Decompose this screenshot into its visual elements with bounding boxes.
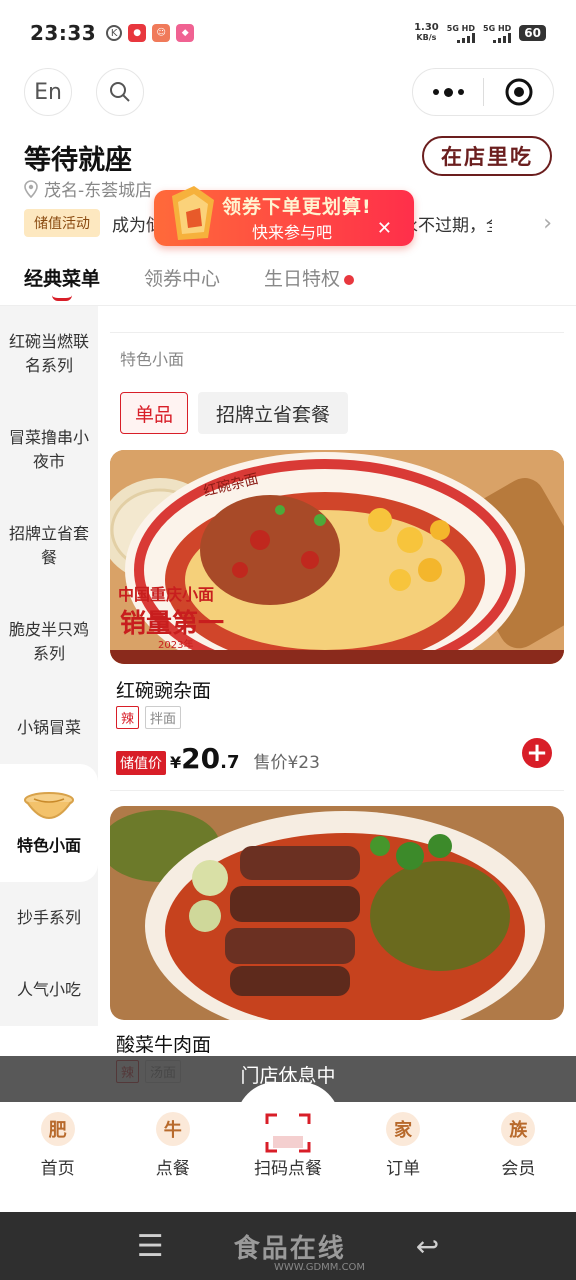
sidebar-item-small-pot[interactable]: 小锅冒菜 bbox=[0, 716, 98, 740]
signal-2: 5G HD bbox=[483, 23, 512, 43]
sidebar-item-noodles[interactable]: 特色小面 bbox=[0, 834, 98, 858]
app-notify-icon: ● bbox=[128, 24, 147, 42]
noodle-bowl-icon bbox=[24, 792, 74, 819]
sidebar-item-combo[interactable]: 招牌立省套餐 bbox=[0, 522, 98, 570]
dine-in-button[interactable]: 在店里吃 bbox=[422, 136, 552, 176]
coupon-gift-icon bbox=[172, 186, 214, 240]
sales-badge-year: 2023年 bbox=[158, 638, 193, 651]
coupon-title: 领券下单更划算! bbox=[222, 196, 372, 218]
nav-home[interactable]: 肥 首页 bbox=[0, 1102, 115, 1212]
tab-classic-menu[interactable]: 经典菜单 bbox=[24, 256, 100, 305]
scan-icon bbox=[265, 1113, 311, 1153]
menu-tabs: 经典菜单 领券中心 生日特权 bbox=[0, 256, 576, 306]
member-icon: 族 bbox=[501, 1112, 536, 1146]
app-pink-icon: ◆ bbox=[176, 24, 195, 42]
red-dot-badge bbox=[344, 274, 355, 285]
status-bar: 23:33 K ● ☺ ◆ 1.30 KB/s 5G HD 5G HD 60 bbox=[0, 0, 576, 66]
status-notification-icons: K ● ☺ ◆ bbox=[106, 24, 195, 42]
chevron-right-icon: › bbox=[543, 210, 552, 236]
nav-member[interactable]: 族 会员 bbox=[461, 1102, 576, 1212]
noodle-bowl-photo: 红碗杂面 中国重庆小面 销量第一 2023年 bbox=[110, 450, 564, 664]
net-speed-unit: KB/s bbox=[416, 33, 437, 42]
product-image[interactable] bbox=[110, 806, 564, 1020]
target-close-icon bbox=[505, 78, 532, 106]
tag-spicy: 辣 bbox=[116, 706, 140, 729]
nav-order-food[interactable]: 牛 点餐 bbox=[115, 1102, 230, 1212]
stored-value-price-label: 储值价 bbox=[116, 751, 166, 775]
sales-badge-line2: 销量第一 bbox=[120, 608, 224, 639]
search-button[interactable] bbox=[96, 68, 144, 116]
watermark-logo: 食品在线 bbox=[233, 1233, 346, 1264]
filter-chip-single[interactable]: 单品 bbox=[120, 392, 188, 434]
net-speed: 1.30 KB/s bbox=[414, 23, 439, 43]
filter-chip-combo[interactable]: 招牌立省套餐 bbox=[198, 392, 348, 434]
bottom-nav: 肥 首页 牛 点餐 扫码点餐 家 订单 族 会员 bbox=[0, 1102, 576, 1212]
price-decimal: .7 bbox=[220, 752, 240, 773]
tab-label: 经典菜单 bbox=[24, 268, 101, 290]
signal-1-label: 5G HD bbox=[446, 23, 476, 33]
signal-bars-icon bbox=[457, 32, 476, 43]
more-button[interactable] bbox=[413, 87, 483, 97]
nav-label: 点餐 bbox=[155, 1159, 190, 1179]
nav-orders[interactable]: 家 订单 bbox=[346, 1102, 461, 1212]
nav-label: 扫码点餐 bbox=[253, 1159, 322, 1179]
net-speed-value: 1.30 bbox=[414, 22, 439, 33]
signal-1: 5G HD bbox=[446, 23, 476, 43]
back-icon[interactable]: ↩ bbox=[416, 1230, 439, 1263]
orders-icon: 家 bbox=[386, 1112, 421, 1146]
menu-icon[interactable]: ☰ bbox=[137, 1229, 164, 1264]
tag-type: 拌面 bbox=[145, 706, 182, 729]
store-address-text: 茂名-东荟城店 bbox=[44, 181, 153, 201]
price-integer: 20 bbox=[181, 742, 221, 775]
coupon-popup[interactable]: 领券下单更划算! 快来参与吧 ✕ bbox=[154, 186, 414, 246]
section-divider bbox=[110, 332, 564, 333]
tab-coupon-center[interactable]: 领券中心 bbox=[144, 256, 220, 305]
tab-label: 领券中心 bbox=[144, 268, 221, 290]
sidebar-item-night-market[interactable]: 冒菜撸串小夜市 bbox=[0, 426, 98, 474]
language-button[interactable]: En bbox=[24, 68, 72, 116]
status-right: 1.30 KB/s 5G HD 5G HD 60 bbox=[414, 23, 546, 43]
sales-badge-line1: 中国重庆小面 bbox=[118, 585, 214, 604]
product-divider bbox=[110, 790, 564, 791]
sidebar-item-snacks[interactable]: 人气小吃 bbox=[0, 978, 98, 1002]
active-tab-indicator bbox=[52, 295, 72, 301]
product-name[interactable]: 红碗豌杂面 bbox=[116, 676, 211, 703]
store-address[interactable]: 茂名-东荟城店 bbox=[24, 176, 152, 201]
battery-indicator: 60 bbox=[519, 25, 546, 41]
order-icon: 牛 bbox=[155, 1112, 190, 1146]
nav-scan-order[interactable]: 扫码点餐 bbox=[230, 1102, 345, 1212]
sidebar-item-wonton[interactable]: 抄手系列 bbox=[0, 906, 98, 930]
product-image[interactable]: 红碗杂面 中国重庆小面 销量第一 2023年 bbox=[110, 450, 564, 664]
search-icon bbox=[110, 82, 130, 102]
nav-label: 订单 bbox=[386, 1159, 421, 1179]
app-face-icon: ☺ bbox=[152, 24, 171, 42]
add-to-cart-button[interactable]: + bbox=[522, 738, 552, 768]
store-name: 等待就座 bbox=[24, 145, 132, 176]
mini-program-capsule bbox=[412, 68, 554, 116]
coupon-close-icon[interactable]: ✕ bbox=[377, 218, 392, 239]
sale-price: 售价¥23 bbox=[253, 753, 320, 773]
signal-bars-icon bbox=[493, 32, 512, 43]
tab-label: 生日特权 bbox=[264, 268, 341, 290]
product-name[interactable]: 酸菜牛肉面 bbox=[116, 1030, 211, 1057]
home-icon: 肥 bbox=[40, 1112, 75, 1146]
nav-label: 首页 bbox=[40, 1159, 75, 1179]
coupon-subtitle: 快来参与吧 bbox=[252, 223, 333, 242]
nav-label: 会员 bbox=[501, 1159, 536, 1179]
section-title: 特色小面 bbox=[120, 350, 185, 369]
product-tags: 辣 拌面 bbox=[116, 706, 182, 729]
k-app-icon: K bbox=[106, 25, 123, 41]
beef-noodle-photo bbox=[110, 806, 564, 1020]
close-mini-program-button[interactable] bbox=[484, 77, 553, 107]
watermark-url: WWW.GDMM.COM bbox=[274, 1262, 366, 1273]
currency-symbol: ¥ bbox=[170, 753, 182, 772]
tab-birthday[interactable]: 生日特权 bbox=[264, 256, 355, 305]
location-pin-icon bbox=[24, 179, 38, 198]
price-row: 储值价 ¥ 20 .7 售价¥23 bbox=[116, 742, 320, 775]
promo-tag: 储值活动 bbox=[24, 209, 100, 237]
sidebar-item-collab[interactable]: 红碗当燃联名系列 bbox=[0, 330, 98, 378]
status-time: 23:33 bbox=[30, 21, 97, 45]
signal-2-label: 5G HD bbox=[483, 23, 512, 33]
sidebar-item-chicken[interactable]: 脆皮半只鸡系列 bbox=[0, 618, 98, 666]
